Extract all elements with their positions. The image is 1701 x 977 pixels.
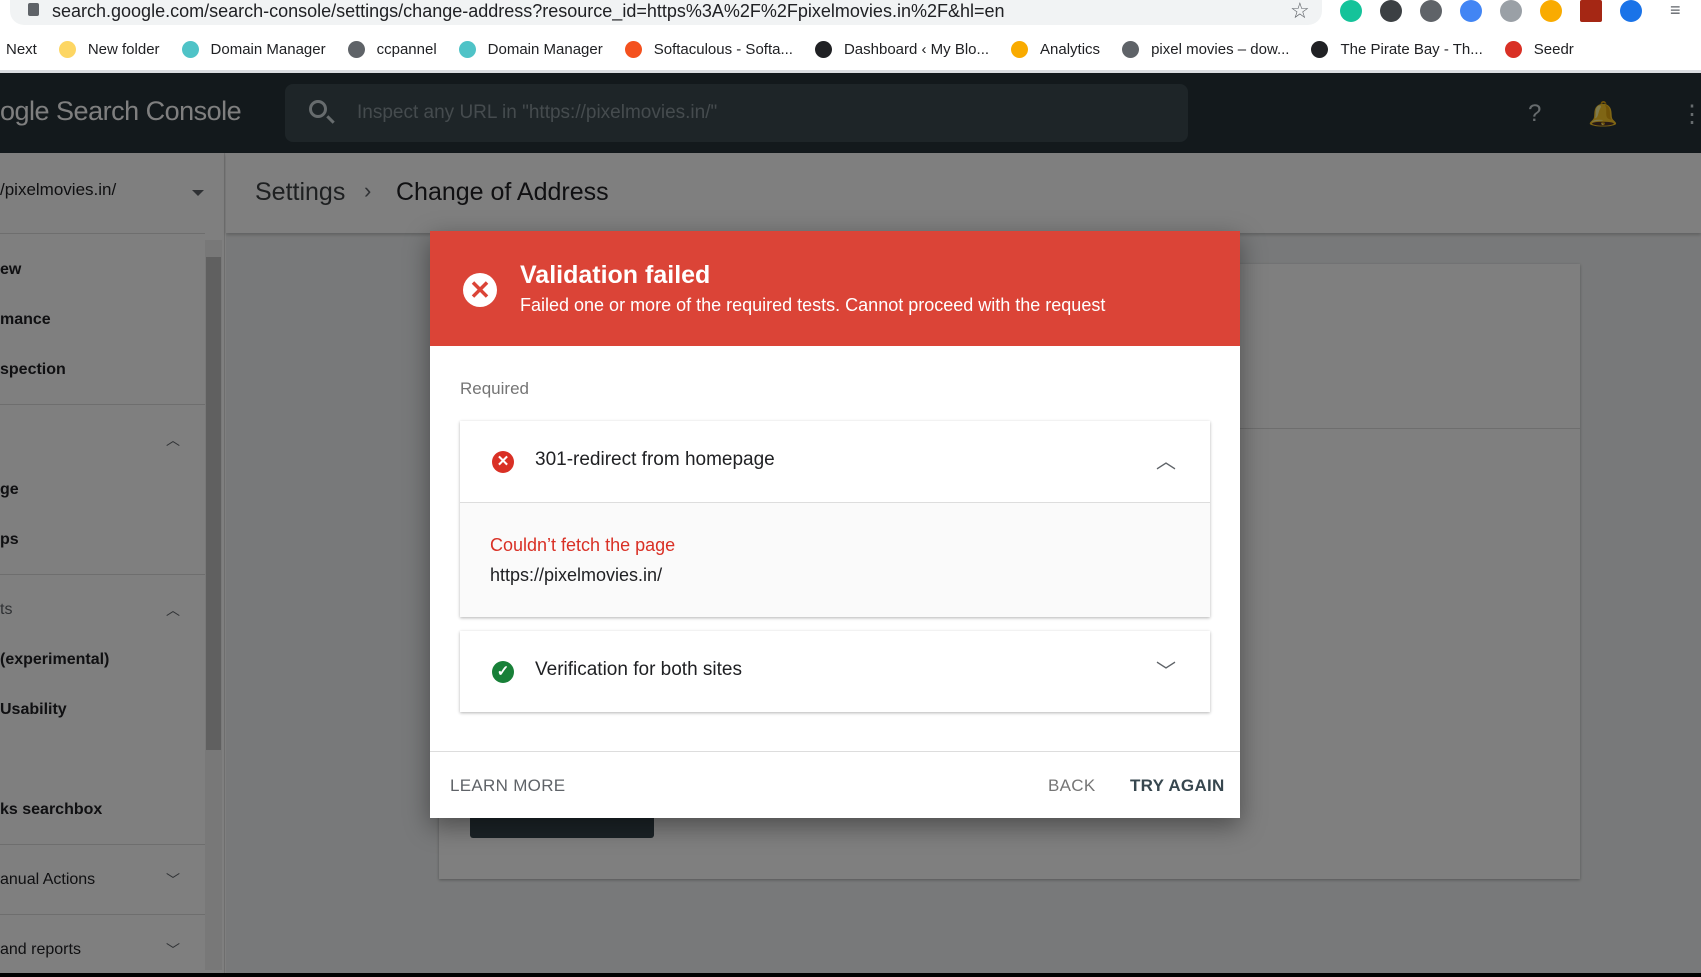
- error-url: https://pixelmovies.in/: [490, 565, 663, 585]
- bookmark-label: Next: [6, 40, 37, 58]
- bookmark-item[interactable]: Dashboard ‹ My Blo...: [814, 40, 990, 58]
- sq-icon[interactable]: [1540, 0, 1562, 22]
- back-button[interactable]: BACK: [1048, 776, 1096, 796]
- learn-more-button[interactable]: LEARN MORE: [450, 776, 565, 796]
- bookmark-label: Domain Manager: [487, 40, 603, 58]
- softaculous-icon: [624, 40, 642, 58]
- chevron-down-icon[interactable]: ﹀: [1156, 655, 1176, 684]
- validation-dialog: ✕ Validation failed Failed one or more o…: [430, 231, 1240, 818]
- bookmark-label: Domain Manager: [210, 40, 326, 58]
- cd-icon[interactable]: [1460, 0, 1482, 22]
- grammarly-icon[interactable]: [1340, 0, 1362, 22]
- dialog-header: ✕ Validation failed Failed one or more o…: [430, 231, 1240, 346]
- globe-icon: [347, 40, 365, 58]
- desc-icon[interactable]: [1580, 0, 1602, 22]
- bookmark-label: The Pirate Bay - Th...: [1340, 40, 1483, 58]
- section-label: Required: [460, 379, 529, 398]
- circle-icon[interactable]: [1420, 0, 1442, 22]
- chevron-up-icon[interactable]: ︿: [1156, 445, 1176, 474]
- bookmark-item[interactable]: Seedr: [1504, 40, 1574, 58]
- bookmark-label: Analytics: [1040, 40, 1101, 58]
- bookmark-item[interactable]: The Pirate Bay - Th...: [1311, 40, 1483, 58]
- folder-icon: [58, 40, 76, 58]
- test-detail: Couldn’t fetch the page https://pixelmov…: [460, 502, 1210, 617]
- bookmark-label: Dashboard ‹ My Blo...: [843, 40, 990, 58]
- reading-list-icon[interactable]: ≡: [1670, 0, 1681, 21]
- test-redirect-header[interactable]: ✕ 301-redirect from homepage ︿: [460, 421, 1210, 502]
- test-verification-header[interactable]: ✓ Verification for both sites ﹀: [460, 631, 1210, 712]
- bookmark-item[interactable]: Domain Manager: [458, 40, 603, 58]
- seedr-icon: [1504, 40, 1522, 58]
- address-bar[interactable]: search.google.com/search-console/setting…: [10, 0, 1322, 25]
- wordpress-icon[interactable]: [1500, 0, 1522, 22]
- bookmark-item[interactable]: Next: [6, 41, 37, 58]
- test-label: Verification for both sites: [535, 659, 742, 680]
- test-redirect: ✕ 301-redirect from homepage ︿ Couldn’t …: [460, 421, 1210, 617]
- bookmarks-bar: Next New folder Domain Manager ccpannel Doma…: [0, 36, 1596, 62]
- pirate-icon: [1311, 40, 1329, 58]
- dialog-subtitle: Failed one or more of the required tests…: [520, 295, 1106, 315]
- bookmark-item[interactable]: pixel movies – dow...: [1122, 40, 1290, 58]
- url-text: search.google.com/search-console/setting…: [52, 1, 1005, 21]
- domain-icon: [458, 40, 476, 58]
- bookmark-item[interactable]: Analytics: [1011, 40, 1101, 58]
- try-again-button[interactable]: TRY AGAIN: [1130, 776, 1225, 796]
- domain-icon: [181, 40, 199, 58]
- bookmark-label: New folder: [87, 40, 160, 58]
- taskbar-edge: [0, 973, 1701, 977]
- k-icon[interactable]: [1380, 0, 1402, 22]
- bookmark-label: Softaculous - Softa...: [653, 40, 793, 58]
- globe-icon: [1122, 40, 1140, 58]
- divider: [430, 751, 1240, 752]
- test-verification[interactable]: ✓ Verification for both sites ﹀: [460, 631, 1210, 712]
- analytics-icon: [1011, 40, 1029, 58]
- bookmark-star-icon[interactable]: ☆: [1290, 0, 1310, 24]
- p-icon: [814, 40, 832, 58]
- bookmark-label: Seedr: [1533, 40, 1574, 58]
- dialog-title: Validation failed: [520, 261, 711, 289]
- check-circle-icon: ✓: [492, 661, 514, 683]
- error-icon: ✕: [463, 273, 497, 307]
- error-icon: ✕: [492, 451, 514, 473]
- bookmark-label: ccpannel: [376, 40, 437, 58]
- globe-icon[interactable]: [1620, 0, 1642, 22]
- error-message: Couldn’t fetch the page: [490, 535, 676, 555]
- test-label: 301-redirect from homepage: [535, 449, 775, 470]
- lock-icon: [28, 3, 39, 16]
- bookmark-item[interactable]: Domain Manager: [181, 40, 326, 58]
- bookmark-label: pixel movies – dow...: [1151, 40, 1290, 58]
- bookmark-item[interactable]: ccpannel: [347, 40, 437, 58]
- bookmark-item[interactable]: Softaculous - Softa...: [624, 40, 793, 58]
- bookmark-item[interactable]: New folder: [58, 40, 160, 58]
